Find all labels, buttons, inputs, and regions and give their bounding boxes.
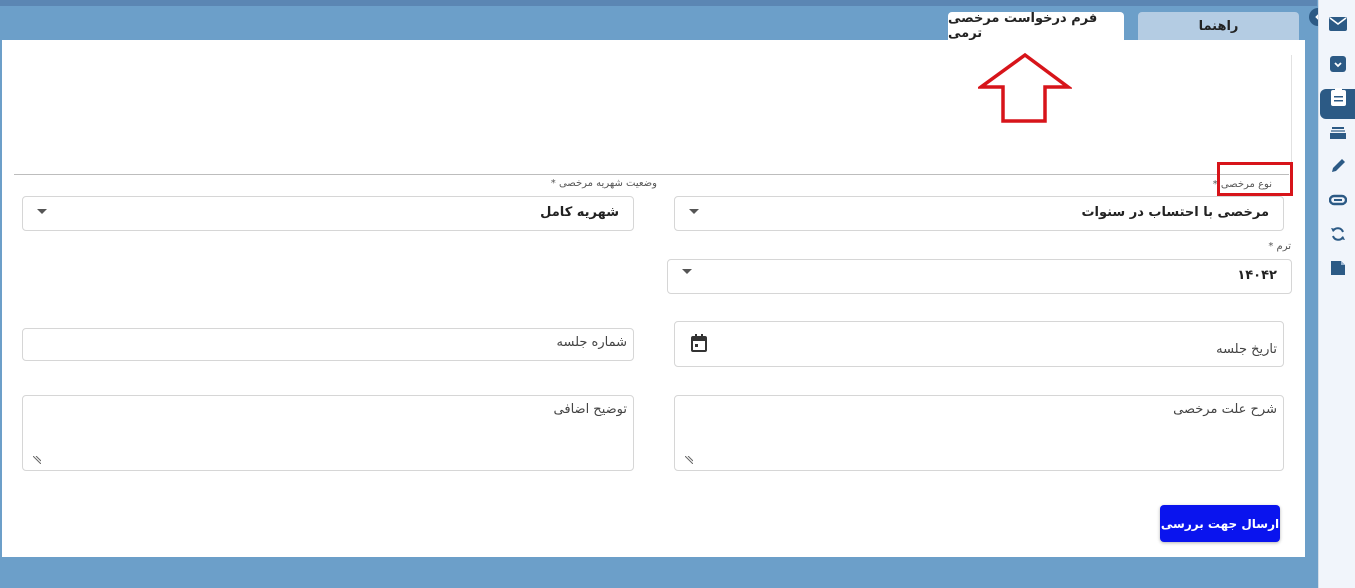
- resize-grip-icon[interactable]: [33, 456, 41, 464]
- term-value: ۱۴۰۴۲: [1237, 268, 1277, 283]
- session-date-field[interactable]: تاریخ جلسه: [674, 321, 1284, 367]
- tab-leave-form[interactable]: فرم درخواست مرخصی ترمی: [948, 11, 1124, 41]
- link-icon[interactable]: [1329, 191, 1347, 209]
- section-divider: [14, 174, 1289, 175]
- session-number-placeholder: شماره جلسه: [556, 335, 628, 350]
- tray-icon[interactable]: [1329, 124, 1347, 142]
- required-mark: *: [550, 178, 556, 189]
- chevron-down-icon: [689, 209, 699, 214]
- extra-notes-placeholder: توضیح اضافی: [553, 402, 627, 417]
- tab-help[interactable]: راهنما: [1138, 12, 1299, 40]
- tuition-status-select[interactable]: شهریه کامل: [22, 196, 634, 231]
- archive-icon[interactable]: [1329, 55, 1347, 73]
- submit-label: ارسال جهت بررسی: [1160, 516, 1280, 531]
- right-sidebar: [1318, 0, 1355, 588]
- tuition-status-label-text: وضعیت شهریه مرخصی: [558, 178, 657, 189]
- session-date-placeholder: تاریخ جلسه: [1216, 342, 1277, 357]
- resize-grip-icon[interactable]: [685, 456, 693, 464]
- annotation-highlight-box: [1217, 162, 1293, 196]
- calendar-icon[interactable]: [691, 334, 707, 356]
- top-strip: [0, 0, 1317, 6]
- tuition-status-label: وضعیت شهریه مرخصی *: [551, 178, 657, 189]
- form-panel: نوع مرخصی * مرخصی با احتساب در سنوات وضع…: [2, 40, 1305, 557]
- chevron-down-icon: [682, 269, 692, 274]
- pencil-icon[interactable]: [1329, 157, 1347, 175]
- tab-leave-form-label: فرم درخواست مرخصی ترمی: [948, 11, 1098, 41]
- chevron-down-icon: [37, 209, 47, 214]
- note-icon[interactable]: [1329, 259, 1347, 277]
- tuition-status-value: شهریه کامل: [540, 205, 619, 220]
- mail-icon[interactable]: [1329, 15, 1347, 33]
- extra-notes-textarea[interactable]: توضیح اضافی: [22, 395, 634, 471]
- leave-type-value: مرخصی با احتساب در سنوات: [1081, 205, 1269, 220]
- term-select[interactable]: ۱۴۰۴۲: [667, 259, 1292, 294]
- leave-reason-textarea[interactable]: شرح علت مرخصی: [674, 395, 1284, 471]
- sync-icon[interactable]: [1329, 225, 1347, 243]
- scroll-edge: [1291, 55, 1292, 175]
- session-number-field[interactable]: شماره جلسه: [22, 328, 634, 361]
- leave-reason-placeholder: شرح علت مرخصی: [1173, 402, 1277, 417]
- clipboard-icon[interactable]: [1329, 88, 1347, 106]
- term-label-text: ترم: [1276, 241, 1292, 252]
- term-label: ترم *: [1268, 241, 1291, 252]
- tab-help-label: راهنما: [1198, 18, 1239, 34]
- leave-type-select[interactable]: مرخصی با احتساب در سنوات: [674, 196, 1284, 231]
- required-mark: *: [1268, 241, 1274, 252]
- annotation-up-arrow: [978, 52, 1072, 123]
- submit-for-review-button[interactable]: ارسال جهت بررسی: [1160, 505, 1280, 542]
